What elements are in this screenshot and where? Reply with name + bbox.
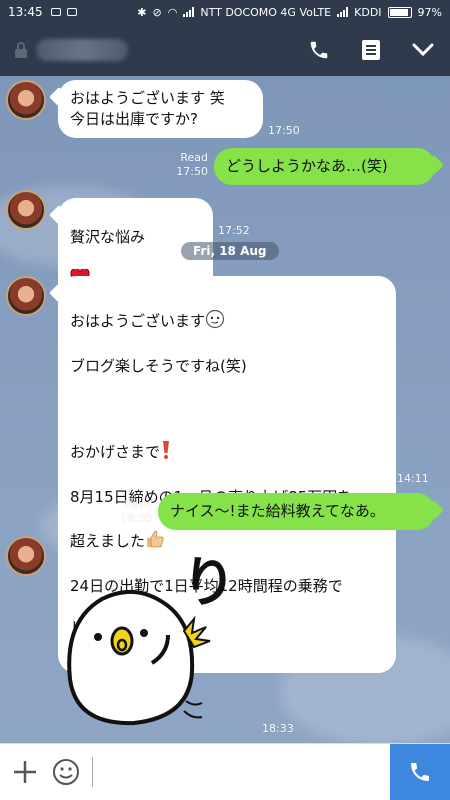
message-time: 17:50 (176, 165, 208, 178)
avatar[interactable] (6, 536, 46, 576)
read-receipt: Read 17:50 (170, 151, 208, 179)
date-divider: Fri, 18 Aug (181, 242, 279, 260)
read-label: Read (124, 498, 152, 511)
message-input[interactable] (92, 757, 390, 787)
message-time: 18:30 (120, 512, 152, 525)
exclamation-icon (160, 440, 172, 466)
emoji-icon[interactable] (50, 744, 82, 800)
sticker-text: りょ (182, 551, 244, 614)
message-bubble-sent[interactable]: どうしようかなあ…(笑) (214, 148, 435, 185)
carrier-label: NTT DOCOMO 4G VoLTE (200, 5, 332, 19)
message-line: おはようございます (70, 309, 384, 335)
message-line: おかげさまで (70, 440, 384, 466)
avatar[interactable] (6, 80, 46, 120)
wifi-icon: ◠ (167, 5, 178, 19)
bluetooth-icon: ✱ (137, 5, 147, 19)
phone-icon (411, 763, 429, 781)
message-input-bar (0, 743, 450, 800)
avatar[interactable] (6, 190, 46, 230)
message-line: ブログ楽しそうですね(笑) (70, 357, 247, 375)
message-bubble-sent[interactable]: ナイス〜!また給料教えてなあ。 (158, 493, 435, 530)
carrier2-label: KDDI (354, 5, 382, 19)
message-time: 18:33 (262, 722, 294, 735)
message-text: 贅沢な悩み (70, 228, 146, 246)
notification-icon (66, 8, 77, 16)
read-receipt: Read 18:30 (114, 498, 152, 526)
contact-name-blurred[interactable] (36, 39, 128, 61)
plus-icon[interactable] (0, 744, 50, 800)
lock-icon (14, 41, 28, 59)
battery-label: 97% (417, 5, 442, 19)
chevron-down-icon[interactable] (410, 37, 436, 63)
notification-icon (50, 8, 61, 16)
status-bar: 13:45 ✱ ⊘ ◠ NTT DOCOMO 4G VoLTE KDDI 97% (0, 0, 450, 24)
avatar[interactable] (6, 276, 46, 316)
battery-icon (387, 6, 412, 18)
sticker-bird-riyo[interactable]: りょ (51, 541, 290, 731)
read-label: Read (180, 151, 208, 164)
face-emoji-icon (205, 309, 225, 335)
menu-icon[interactable] (358, 37, 384, 63)
signal-icon (337, 7, 349, 17)
message-time: 17:52 (218, 224, 250, 237)
chat-area[interactable]: おはようございます 笑 今日は出庫ですか? 17:50 Read 17:50 ど… (0, 76, 450, 743)
chat-header (0, 24, 450, 76)
message-time: 14:11 (397, 472, 429, 485)
message-time: 17:50 (268, 124, 300, 137)
call-button[interactable] (390, 743, 450, 800)
mute-icon: ⊘ (152, 5, 162, 19)
message-bubble-received[interactable]: おはようございます 笑 今日は出庫ですか? (58, 80, 263, 138)
phone-icon[interactable] (306, 37, 332, 63)
status-time: 13:45 (8, 5, 43, 19)
signal-icon (183, 7, 195, 17)
